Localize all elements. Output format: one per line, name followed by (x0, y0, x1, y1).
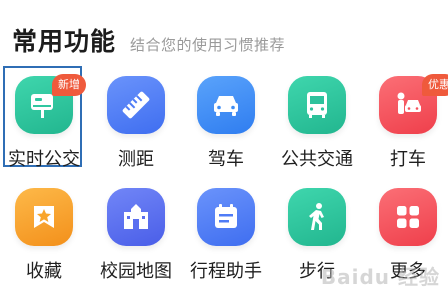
function-label: 打车 (390, 149, 426, 170)
function-item-favorites[interactable]: 收藏 (2, 184, 82, 284)
function-label: 校园地图 (100, 261, 172, 282)
function-item-campus-map[interactable]: 校园地图 (94, 184, 174, 284)
calendar-icon (197, 188, 255, 246)
function-label: 行程助手 (190, 261, 262, 282)
watermark: Baidu 经验 (320, 265, 440, 289)
function-item-taxi[interactable]: 优惠 打车 (366, 72, 448, 172)
grid-icon (379, 188, 437, 246)
discount-badge: 优惠 (422, 74, 448, 96)
function-item-trip-assistant[interactable]: 行程助手 (184, 184, 264, 284)
function-label: 公共交通 (281, 149, 353, 170)
function-item-measure[interactable]: 测距 (94, 72, 174, 172)
walk-icon (288, 188, 346, 246)
function-item-realtime-bus[interactable]: 新增 实时公交 (2, 72, 86, 172)
new-badge: 新增 (52, 74, 86, 96)
section-title: 常用功能 (12, 27, 117, 56)
section-header: 常用功能 结合您的使用习惯推荐 (12, 22, 285, 56)
section-subtitle: 结合您的使用习惯推荐 (130, 36, 286, 54)
function-label: 驾车 (208, 149, 244, 170)
function-label: 收藏 (26, 261, 62, 282)
function-item-public-transit[interactable]: 公共交通 (275, 72, 355, 172)
ruler-icon (107, 76, 165, 134)
function-label: 测距 (118, 149, 154, 170)
function-item-drive[interactable]: 驾车 (184, 72, 264, 172)
function-label: 实时公交 (8, 149, 80, 170)
school-icon (107, 188, 165, 246)
car-icon (197, 76, 255, 134)
bus-icon (288, 76, 346, 134)
star-icon (15, 188, 73, 246)
